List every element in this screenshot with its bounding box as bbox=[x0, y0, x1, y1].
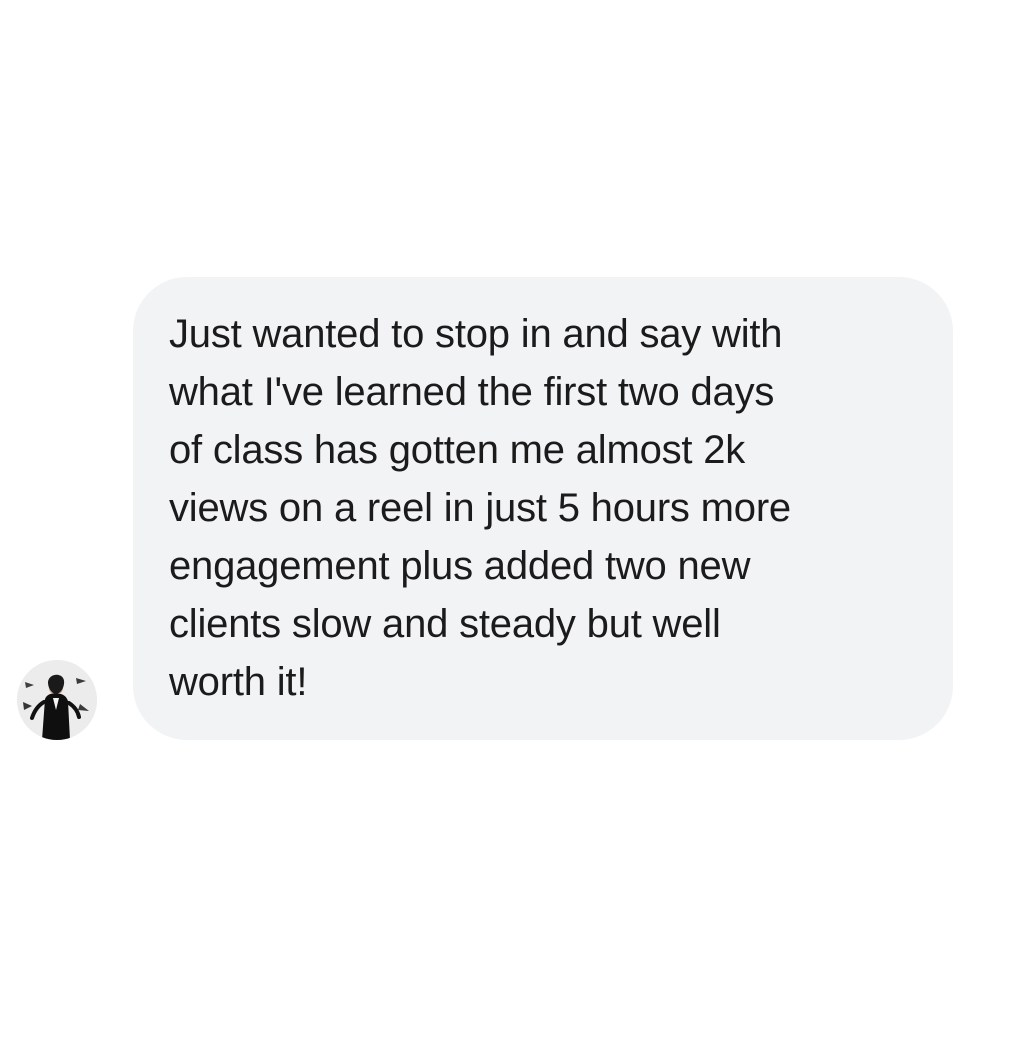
message-thread: Just wanted to stop in and say with what… bbox=[0, 0, 1011, 1041]
message-bubble[interactable]: Just wanted to stop in and say with what… bbox=[133, 277, 953, 740]
message-text: Just wanted to stop in and say with what… bbox=[169, 312, 791, 704]
profile-photo-avatar-icon bbox=[17, 660, 97, 740]
sender-avatar[interactable] bbox=[17, 660, 97, 740]
